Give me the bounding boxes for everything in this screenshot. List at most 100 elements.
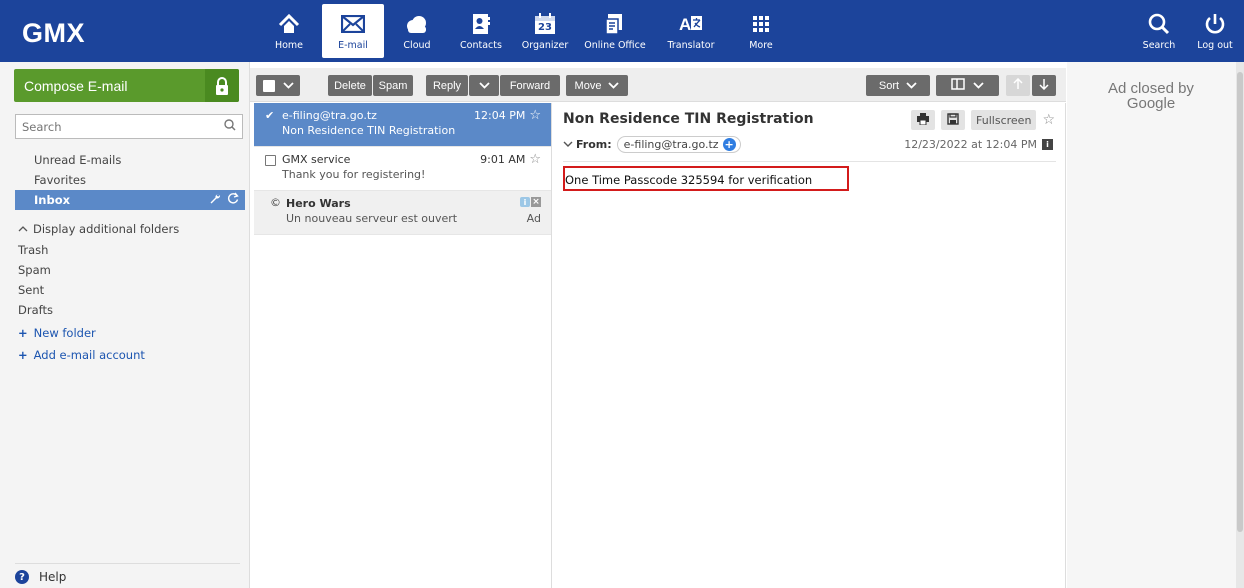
chevron-down-icon	[608, 80, 620, 92]
sort-button[interactable]: Sort	[866, 75, 930, 96]
nav-organizer-label: Organizer	[521, 40, 569, 51]
add-account-link[interactable]: + Add e-mail account	[15, 344, 245, 366]
check-icon[interactable]: ✔	[265, 110, 276, 121]
nav-search[interactable]: Search	[1132, 4, 1186, 58]
help-icon: ?	[15, 570, 29, 584]
nav-logout[interactable]: Log out	[1188, 4, 1242, 58]
folder-list: Unread E-mails Favorites Inbox Display a…	[15, 150, 245, 366]
message-row[interactable]: ✔ e-filing@tra.go.tz 12:04 PM ☆ Non Resi…	[254, 103, 551, 147]
ad-close-icon[interactable]: ×	[531, 197, 541, 207]
office-icon	[602, 11, 628, 37]
nav-online-office[interactable]: Online Office	[578, 4, 652, 58]
save-icon	[947, 112, 959, 128]
add-contact-icon[interactable]: +	[722, 138, 736, 151]
compose-button[interactable]: Compose E-mail	[14, 69, 239, 102]
plus-icon: +	[18, 326, 28, 340]
arrow-up-icon	[1013, 77, 1023, 93]
layout-button[interactable]	[936, 75, 999, 96]
email-date: 12/23/2022 at 12:04 PM i	[904, 138, 1053, 151]
chevron-down-icon	[282, 80, 294, 92]
ad-label: Ad	[526, 212, 541, 225]
from-address-chip[interactable]: e-filing@tra.go.tz +	[616, 136, 741, 153]
message-time: 12:04 PM	[474, 109, 526, 122]
new-folder-link[interactable]: + New folder	[15, 322, 245, 344]
reader-actions: Fullscreen ☆	[911, 110, 1055, 130]
chevron-down-icon	[478, 80, 490, 92]
star-icon[interactable]: ☆	[529, 109, 541, 122]
folder-unread[interactable]: Unread E-mails	[15, 150, 245, 170]
display-additional-folders[interactable]: Display additional folders	[15, 222, 245, 236]
nav-email[interactable]: E-mail	[322, 4, 384, 58]
plus-icon: +	[18, 348, 28, 362]
star-icon[interactable]: ☆	[1042, 112, 1055, 128]
print-button[interactable]	[911, 110, 936, 130]
folder-favorites[interactable]: Favorites	[15, 170, 245, 190]
search-icon[interactable]	[224, 119, 236, 134]
email-body: One Time Passcode 325594 for verificatio…	[563, 166, 849, 191]
nav-more[interactable]: More	[730, 4, 792, 58]
email-date-text: 12/23/2022 at 12:04 PM	[904, 138, 1037, 151]
message-list: ✔ e-filing@tra.go.tz 12:04 PM ☆ Non Resi…	[254, 103, 552, 588]
email-subject: Non Residence TIN Registration	[563, 111, 814, 127]
move-button[interactable]: Move	[566, 75, 628, 96]
folder-drafts[interactable]: Drafts	[15, 300, 245, 320]
message-time: 9:01 AM	[480, 153, 526, 166]
svg-text:A: A	[679, 15, 691, 34]
envelope-icon	[340, 11, 366, 37]
reading-pane: Non Residence TIN Registration Fullscree…	[554, 103, 1066, 588]
sidebar-search	[15, 114, 243, 139]
nav-home[interactable]: Home	[258, 4, 320, 58]
previous-message-button[interactable]	[1006, 75, 1030, 96]
reply-button[interactable]: Reply	[426, 75, 468, 96]
cloud-icon	[404, 11, 430, 37]
select-all-checkbox	[262, 79, 275, 92]
gmx-logo[interactable]: GMX	[22, 18, 85, 49]
nav-online-office-label: Online Office	[584, 40, 646, 51]
delete-button[interactable]: Delete	[328, 75, 372, 96]
nav-more-label: More	[749, 40, 773, 51]
nav-cloud[interactable]: Cloud	[386, 4, 448, 58]
wrench-icon[interactable]	[209, 190, 221, 210]
select-all-dropdown[interactable]	[256, 75, 300, 96]
info-icon[interactable]: i	[1042, 139, 1053, 150]
refresh-icon[interactable]	[227, 190, 239, 210]
nav-translator-label: Translator	[667, 40, 715, 51]
nav-translator[interactable]: A Translator	[654, 4, 728, 58]
folder-sent[interactable]: Sent	[15, 280, 245, 300]
ad-info-icon[interactable]: i	[520, 197, 530, 207]
nav-search-label: Search	[1142, 40, 1176, 51]
folder-spam[interactable]: Spam	[15, 260, 245, 280]
chevron-up-icon	[18, 224, 28, 235]
from-label: From:	[576, 138, 612, 151]
main-nav: Home E-mail Cloud Contacts 23 Organizer …	[258, 4, 794, 58]
lock-icon[interactable]	[205, 69, 239, 102]
sort-label: Sort	[878, 79, 900, 92]
search-input[interactable]	[22, 119, 224, 134]
nav-organizer[interactable]: 23 Organizer	[514, 4, 576, 58]
folder-trash[interactable]: Trash	[15, 240, 245, 260]
save-button[interactable]	[941, 110, 966, 130]
spam-button[interactable]: Spam	[373, 75, 413, 96]
sidebar: Compose E-mail Unread E-mails Favorites …	[0, 62, 250, 588]
next-message-button[interactable]	[1032, 75, 1056, 96]
search-icon	[1146, 11, 1172, 37]
ad-subject: Un nouveau serveur est ouvert	[286, 212, 458, 225]
message-checkbox[interactable]	[265, 155, 276, 166]
scrollbar-thumb[interactable]	[1237, 72, 1243, 532]
star-icon[interactable]: ☆	[529, 153, 541, 166]
message-row[interactable]: GMX service 9:01 AM ☆ Thank you for regi…	[254, 147, 551, 191]
new-folder-label: New folder	[33, 326, 96, 340]
chevron-down-icon[interactable]	[563, 138, 573, 151]
inbox-tools	[209, 190, 239, 210]
fullscreen-button[interactable]: Fullscreen	[971, 110, 1037, 130]
nav-contacts[interactable]: Contacts	[450, 4, 512, 58]
ad-row[interactable]: © Hero Wars i × Un nouveau serveur est o…	[254, 191, 551, 235]
page-scrollbar[interactable]	[1236, 62, 1244, 588]
folder-inbox[interactable]: Inbox	[15, 190, 245, 210]
message-subject: Thank you for registering!	[282, 168, 426, 181]
reply-options-dropdown[interactable]	[469, 75, 499, 96]
ad-badges: i ×	[520, 197, 541, 210]
forward-button[interactable]: Forward	[500, 75, 560, 96]
move-label: Move	[574, 79, 602, 92]
help-link[interactable]: ? Help	[15, 563, 240, 584]
